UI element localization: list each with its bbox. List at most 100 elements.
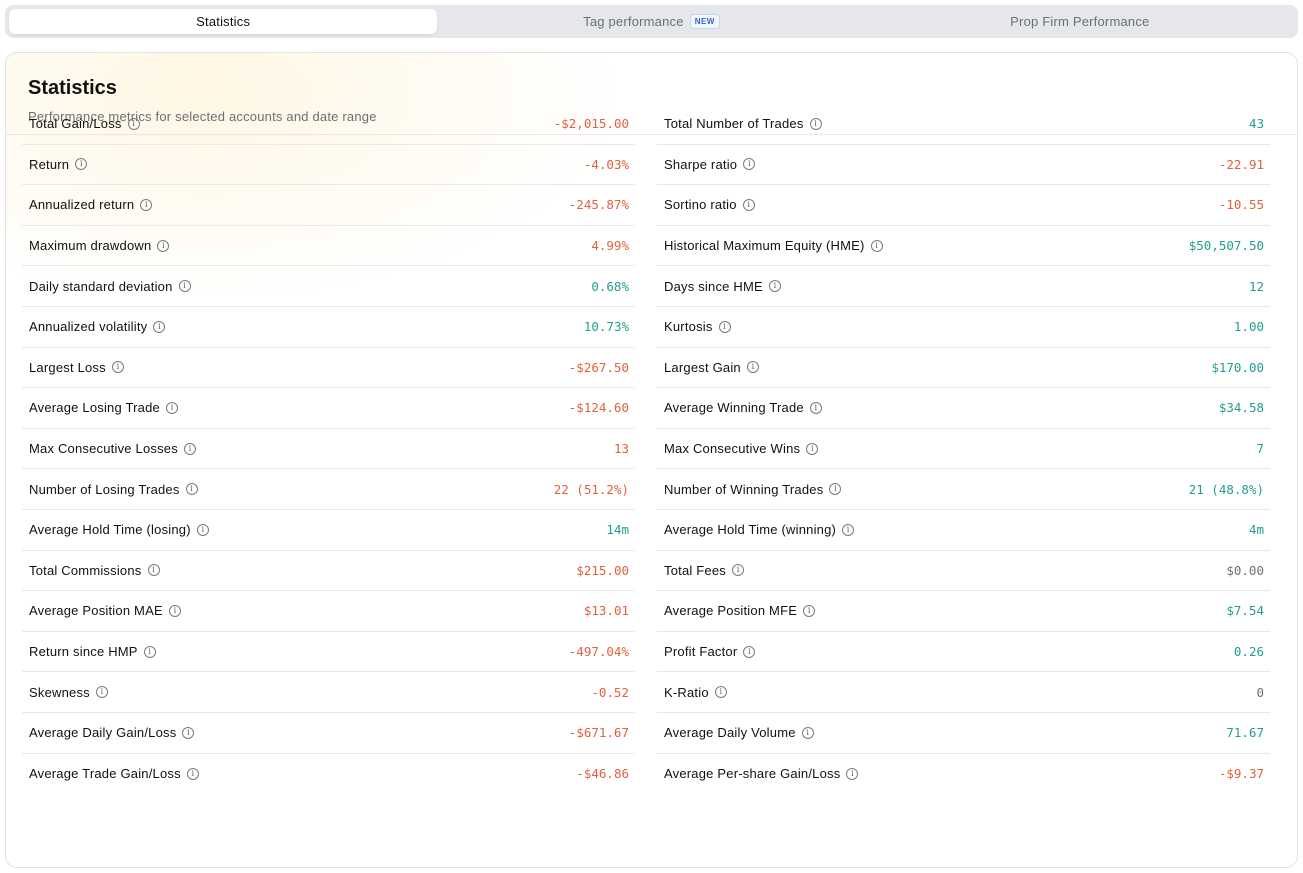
stat-row-total-gain-loss: Total Gain/Loss i -$2,015.00	[22, 104, 635, 145]
tab-statistics[interactable]: Statistics	[9, 9, 438, 34]
stat-row-kurtosis: Kurtosis i 1.00	[657, 307, 1270, 348]
stat-row-average-hold-time-winning: Average Hold Time (winning) i 4m	[657, 510, 1270, 551]
info-icon[interactable]: i	[185, 483, 198, 496]
info-icon[interactable]: i	[95, 686, 108, 699]
stat-label-group: Total Commissions i	[29, 563, 160, 578]
stat-label: Return since HMP	[29, 644, 138, 660]
stat-value: -497.04%	[568, 644, 629, 660]
info-icon[interactable]: i	[186, 767, 199, 780]
stat-row-total-number-of-trades: Total Number of Trades i 43	[657, 104, 1270, 145]
info-icon[interactable]: i	[714, 686, 727, 699]
info-icon[interactable]: i	[168, 604, 181, 617]
stat-label-group: K-Ratio i	[664, 685, 727, 700]
stat-label: Return	[29, 156, 70, 172]
info-icon[interactable]: i	[165, 401, 178, 414]
info-icon[interactable]: i	[731, 564, 744, 577]
stat-value: $0.00	[1226, 562, 1264, 578]
info-icon[interactable]: i	[809, 401, 822, 414]
stat-label-group: Total Gain/Loss i	[29, 116, 140, 131]
info-icon[interactable]: i	[768, 280, 781, 293]
stat-value: 4m	[1248, 522, 1264, 538]
info-icon[interactable]: i	[127, 117, 140, 130]
stat-label: Average Daily Volume	[664, 725, 796, 741]
info-icon[interactable]: i	[183, 442, 196, 455]
stat-label-group: Average Per-share Gain/Loss i	[664, 766, 859, 782]
stat-label-group: Total Number of Trades i	[664, 116, 822, 131]
stat-value: 12	[1248, 278, 1264, 294]
stat-value: -$9.37	[1218, 766, 1264, 782]
tab-tag-performance[interactable]: Tag performance NEW	[437, 9, 865, 34]
stat-label: Annualized volatility	[29, 319, 148, 335]
stat-label: Average Per-share Gain/Loss	[664, 766, 841, 782]
stat-label-group: Max Consecutive Losses i	[29, 441, 196, 456]
stat-value: $34.58	[1218, 400, 1264, 416]
stat-value: 0	[1256, 684, 1264, 700]
info-icon[interactable]: i	[803, 604, 816, 617]
stat-label: Maximum drawdown	[29, 238, 152, 254]
info-icon[interactable]: i	[846, 767, 859, 780]
info-icon[interactable]: i	[743, 158, 756, 171]
tab-prop-firm-performance[interactable]: Prop Firm Performance	[866, 9, 1294, 34]
stat-label-group: Average Daily Volume i	[664, 725, 814, 740]
stat-label: Total Gain/Loss	[29, 116, 122, 132]
stat-label: Average Hold Time (winning)	[664, 522, 837, 538]
info-icon[interactable]: i	[809, 117, 822, 130]
stat-label-group: Annualized volatility i	[29, 319, 166, 335]
tab-label: Tag performance	[583, 14, 684, 29]
stat-row-return: Return i -4.03%	[22, 145, 635, 186]
stat-label-group: Largest Gain i	[664, 360, 759, 375]
stat-label: Average Daily Gain/Loss	[29, 725, 177, 741]
view-tabs: Statistics Tag performance NEW Prop Firm…	[5, 5, 1298, 38]
info-icon[interactable]: i	[147, 564, 160, 577]
stat-label-group: Historical Maximum Equity (HME) i	[664, 238, 883, 253]
info-icon[interactable]: i	[842, 523, 855, 536]
info-icon[interactable]: i	[870, 239, 883, 252]
stat-label: Average Winning Trade	[664, 400, 804, 416]
info-icon[interactable]: i	[182, 726, 195, 739]
stat-row-return-since-hmp: Return since HMP i -497.04%	[22, 632, 635, 673]
info-icon[interactable]: i	[111, 361, 124, 374]
info-icon[interactable]: i	[806, 442, 819, 455]
info-icon[interactable]: i	[153, 320, 166, 333]
stat-label: Largest Loss	[29, 359, 106, 375]
stat-value: -10.55	[1218, 197, 1264, 213]
info-icon[interactable]: i	[746, 361, 759, 374]
stat-row-maximum-drawdown: Maximum drawdown i 4.99%	[22, 226, 635, 267]
info-icon[interactable]: i	[157, 239, 170, 252]
info-icon[interactable]: i	[140, 198, 153, 211]
stat-row-k-ratio: K-Ratio i 0	[657, 672, 1270, 713]
info-icon[interactable]: i	[143, 645, 156, 658]
stat-label: Average Losing Trade	[29, 400, 160, 416]
stat-row-annualized-return: Annualized return i -245.87%	[22, 185, 635, 226]
stat-label: Skewness	[29, 684, 90, 700]
stat-value: 71.67	[1226, 725, 1264, 741]
stat-label: Max Consecutive Losses	[29, 441, 178, 457]
stat-row-total-commissions: Total Commissions i $215.00	[22, 551, 635, 592]
info-icon[interactable]: i	[75, 158, 88, 171]
stat-label-group: Return since HMP i	[29, 644, 156, 659]
stat-label: Average Position MAE	[29, 603, 163, 619]
info-icon[interactable]: i	[743, 645, 756, 658]
stat-label-group: Total Fees i	[664, 563, 744, 578]
info-icon[interactable]: i	[742, 198, 755, 211]
stat-value: $50,507.50	[1188, 238, 1264, 254]
stat-row-skewness: Skewness i -0.52	[22, 672, 635, 713]
stat-row-sortino-ratio: Sortino ratio i -10.55	[657, 185, 1270, 226]
info-icon[interactable]: i	[829, 483, 842, 496]
stat-row-largest-gain: Largest Gain i $170.00	[657, 348, 1270, 389]
info-icon[interactable]: i	[178, 280, 191, 293]
stat-label: Largest Gain	[664, 359, 741, 375]
info-icon[interactable]: i	[196, 523, 209, 536]
stat-label-group: Largest Loss i	[29, 360, 124, 375]
stat-label-group: Kurtosis i	[664, 319, 731, 334]
stat-label-group: Average Hold Time (winning) i	[664, 522, 855, 538]
stat-row-historical-maximum-equity-hme: Historical Maximum Equity (HME) i $50,507.…	[657, 226, 1270, 267]
stat-value: 14m	[606, 522, 629, 538]
info-icon[interactable]: i	[718, 320, 731, 333]
stat-label-group: Return i	[29, 156, 88, 172]
stat-value: 1.00	[1233, 319, 1264, 335]
stat-value: 22 (51.2%)	[553, 481, 629, 497]
info-icon[interactable]: i	[801, 726, 814, 739]
stat-label: Average Position MFE	[664, 603, 798, 619]
stat-label-group: Average Daily Gain/Loss i	[29, 725, 195, 741]
